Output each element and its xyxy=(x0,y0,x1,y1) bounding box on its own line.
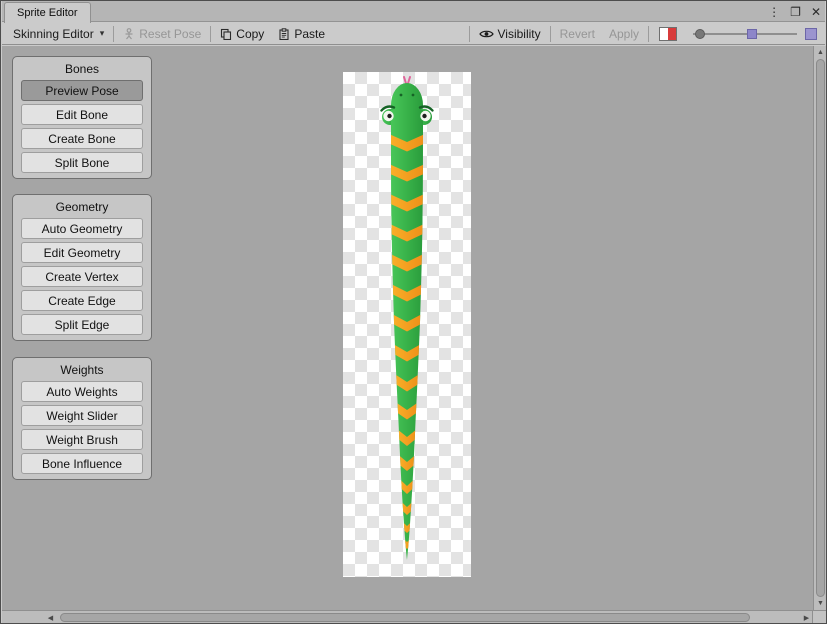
weights-panel: Weights Auto Weights Weight Slider Weigh… xyxy=(12,357,152,480)
vertical-scrollbar[interactable]: ▲ ▼ xyxy=(813,46,827,610)
scrollbar-corner xyxy=(812,610,826,624)
scroll-up-icon[interactable]: ▲ xyxy=(814,46,827,59)
copy-button[interactable]: Copy xyxy=(213,23,271,44)
vertical-scrollbar-thumb[interactable] xyxy=(816,59,825,597)
auto-geometry-button[interactable]: Auto Geometry xyxy=(21,218,143,239)
create-bone-button[interactable]: Create Bone xyxy=(21,128,143,149)
slider-track xyxy=(693,33,797,35)
maximize-icon[interactable]: ❐ xyxy=(790,6,801,18)
weight-brush-button[interactable]: Weight Brush xyxy=(21,429,143,450)
visibility-button[interactable]: Visibility xyxy=(472,23,548,44)
sprite-canvas[interactable] xyxy=(343,72,471,577)
geometry-panel: Geometry Auto Geometry Edit Geometry Cre… xyxy=(12,194,152,341)
color-mode-icon[interactable] xyxy=(659,27,677,41)
editor-canvas[interactable]: Bones Preview Pose Edit Bone Create Bone… xyxy=(2,46,827,610)
create-edge-button[interactable]: Create Edge xyxy=(21,290,143,311)
revert-label: Revert xyxy=(560,27,595,41)
reset-pose-icon xyxy=(123,28,135,40)
reset-pose-button[interactable]: Reset Pose xyxy=(116,23,208,44)
scroll-left-icon[interactable]: ◀ xyxy=(44,611,57,624)
sprite-editor-window: Sprite Editor ⋮ ❐ ✕ Skinning Editor ▾ Re… xyxy=(0,0,827,624)
preview-pose-button[interactable]: Preview Pose xyxy=(21,80,143,101)
split-bone-button[interactable]: Split Bone xyxy=(21,152,143,173)
zoom-slider[interactable] xyxy=(693,26,797,42)
geometry-panel-title: Geometry xyxy=(21,198,143,218)
toolbar-separator xyxy=(469,26,470,42)
bone-influence-button[interactable]: Bone Influence xyxy=(21,453,143,474)
paste-icon xyxy=(278,28,290,40)
tab-sprite-editor[interactable]: Sprite Editor xyxy=(4,2,91,23)
toolbar-separator xyxy=(210,26,211,42)
revert-button[interactable]: Revert xyxy=(553,23,602,44)
menu-icon[interactable]: ⋮ xyxy=(768,6,780,18)
edit-bone-button[interactable]: Edit Bone xyxy=(21,104,143,125)
apply-label: Apply xyxy=(609,27,639,41)
edit-geometry-button[interactable]: Edit Geometry xyxy=(21,242,143,263)
snake-sprite xyxy=(343,72,471,577)
auto-weights-button[interactable]: Auto Weights xyxy=(21,381,143,402)
chevron-down-icon: ▾ xyxy=(100,28,105,39)
paste-button[interactable]: Paste xyxy=(271,23,332,44)
toolbar-right-group: Visibility Revert Apply xyxy=(467,23,822,44)
apply-button[interactable]: Apply xyxy=(602,23,646,44)
visibility-label: Visibility xyxy=(498,27,541,41)
copy-label: Copy xyxy=(236,27,264,41)
bones-panel: Bones Preview Pose Edit Bone Create Bone… xyxy=(12,56,152,179)
horizontal-scrollbar-thumb[interactable] xyxy=(60,613,750,622)
toolbar: Skinning Editor ▾ Reset Pose Copy xyxy=(2,23,825,45)
toolbar-separator xyxy=(113,26,114,42)
slider-alt-knob[interactable] xyxy=(747,29,757,39)
eye-icon xyxy=(479,29,494,39)
scroll-down-icon[interactable]: ▼ xyxy=(814,597,827,610)
skinning-editor-label: Skinning Editor xyxy=(13,27,94,41)
slider-knob[interactable] xyxy=(695,29,705,39)
split-edge-button[interactable]: Split Edge xyxy=(21,314,143,335)
paste-label: Paste xyxy=(294,27,325,41)
close-icon[interactable]: ✕ xyxy=(811,6,821,18)
weight-slider-button[interactable]: Weight Slider xyxy=(21,405,143,426)
create-vertex-button[interactable]: Create Vertex xyxy=(21,266,143,287)
toolbar-separator xyxy=(550,26,551,42)
titlebar: Sprite Editor ⋮ ❐ ✕ xyxy=(2,1,825,22)
toolbar-separator xyxy=(648,26,649,42)
texture-grid-icon[interactable] xyxy=(805,28,817,40)
skinning-editor-dropdown[interactable]: Skinning Editor ▾ xyxy=(6,23,111,44)
window-controls: ⋮ ❐ ✕ xyxy=(768,1,821,22)
reset-pose-label: Reset Pose xyxy=(139,27,201,41)
copy-icon xyxy=(220,28,232,40)
bones-panel-title: Bones xyxy=(21,60,143,80)
tab-title: Sprite Editor xyxy=(17,7,78,19)
horizontal-scrollbar[interactable]: ◀ ▶ xyxy=(2,610,813,624)
weights-panel-title: Weights xyxy=(21,361,143,381)
